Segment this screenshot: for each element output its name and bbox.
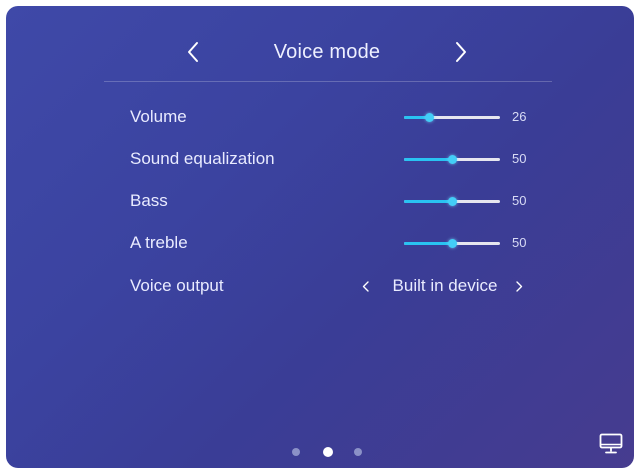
slider-handle[interactable] xyxy=(448,239,457,248)
treble-slider[interactable] xyxy=(404,228,500,258)
slider-handle[interactable] xyxy=(448,197,457,206)
slider-handle[interactable] xyxy=(448,155,457,164)
setting-label: Bass xyxy=(130,191,168,210)
setting-value: 50 xyxy=(512,151,527,166)
header: Voice mode xyxy=(6,32,634,72)
page-title: Voice mode xyxy=(273,41,381,63)
setting-value: 26 xyxy=(512,109,527,124)
setting-label: Sound equalization xyxy=(130,149,275,168)
slider-fill xyxy=(404,200,452,203)
chevron-left-icon xyxy=(362,280,369,292)
voice-output-prev-button[interactable] xyxy=(357,271,373,301)
next-page-button[interactable] xyxy=(446,32,476,72)
setting-value: 50 xyxy=(512,193,527,208)
page-dot-active[interactable] xyxy=(323,447,333,457)
slider-fill xyxy=(404,158,452,161)
header-divider xyxy=(104,81,552,82)
setting-row-treble: A treble 50 xyxy=(6,228,634,258)
setting-row-volume: Volume 26 xyxy=(6,102,634,132)
slider-fill xyxy=(404,242,452,245)
voice-output-next-button[interactable] xyxy=(511,271,527,301)
setting-label: Voice output xyxy=(130,276,224,295)
prev-page-button[interactable] xyxy=(178,32,208,72)
page-dot[interactable] xyxy=(292,448,300,456)
page-dot[interactable] xyxy=(354,448,362,456)
display-button[interactable] xyxy=(598,432,624,456)
setting-label: A treble xyxy=(130,233,188,252)
chevron-left-icon xyxy=(188,42,198,62)
bass-slider[interactable] xyxy=(404,186,500,216)
setting-row-bass: Bass 50 xyxy=(6,186,634,216)
setting-label: Volume xyxy=(130,107,187,126)
voice-mode-panel: Voice mode Volume 26 Sound equalization … xyxy=(6,6,634,468)
page-indicator xyxy=(286,446,366,458)
chevron-right-icon xyxy=(515,280,522,292)
chevron-right-icon xyxy=(456,42,466,62)
voice-output-value: Built in device xyxy=(392,276,498,295)
sound-equalization-slider[interactable] xyxy=(404,144,500,174)
setting-row-sound-equalization: Sound equalization 50 xyxy=(6,144,634,174)
setting-value: 50 xyxy=(512,235,527,250)
volume-slider[interactable] xyxy=(404,102,500,132)
monitor-icon xyxy=(599,433,623,454)
setting-row-voice-output: Voice output Built in device xyxy=(6,271,634,301)
slider-handle[interactable] xyxy=(425,113,434,122)
